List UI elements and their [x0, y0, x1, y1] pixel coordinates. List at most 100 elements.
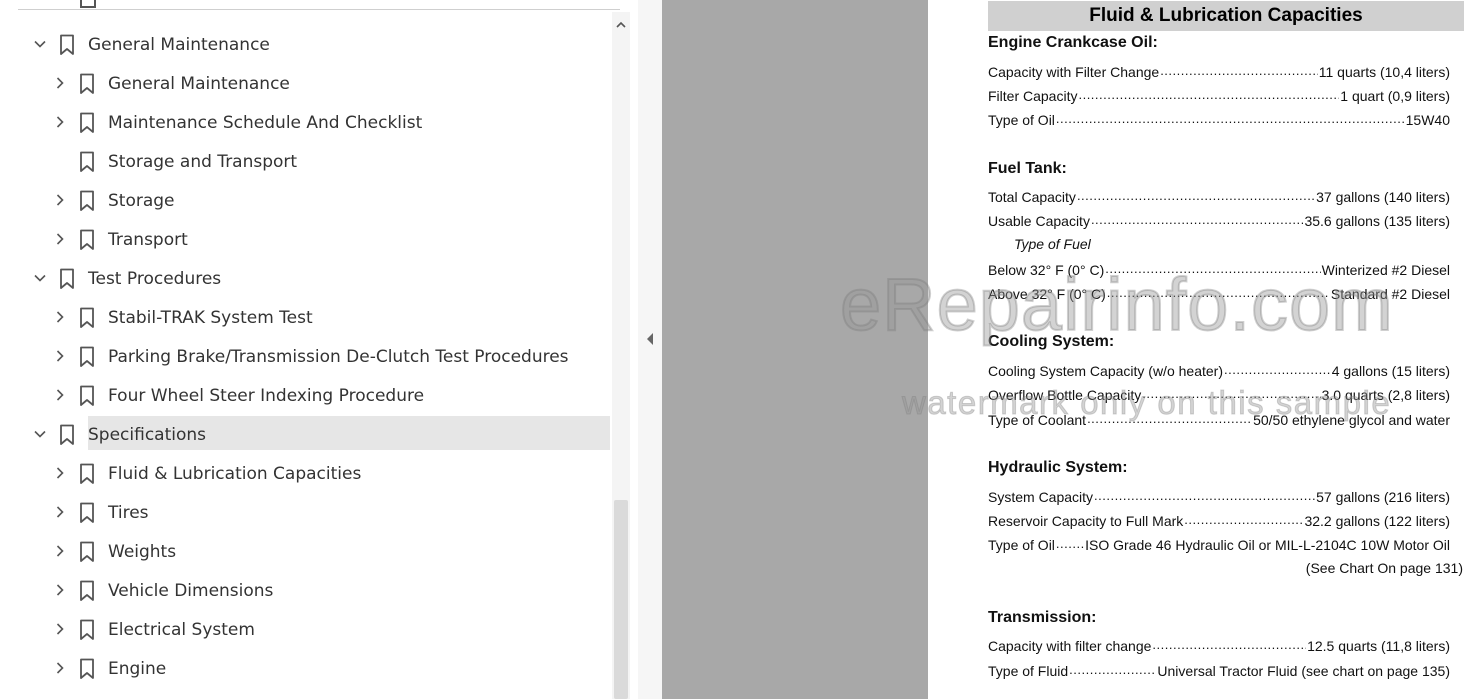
scrollbar-thumb[interactable]: [614, 500, 628, 699]
chevron-right-icon[interactable]: [52, 465, 68, 481]
bookmark-icon: [78, 190, 96, 212]
watermark-text: eRepairinfo.com: [839, 262, 1394, 347]
chevron-down-icon[interactable]: [32, 426, 48, 442]
sidebar-item-label: Stabil-TRAK System Test: [108, 308, 313, 328]
chevron-right-icon[interactable]: [52, 231, 68, 247]
chevron-right-icon[interactable]: [52, 75, 68, 91]
spec-label: Type of Oil: [988, 537, 1055, 553]
dot-leader: ........................................…: [1160, 64, 1318, 77]
sidebar-item-label: Fluid & Lubrication Capacities: [108, 464, 362, 484]
sidebar-item-label: Parking Brake/Transmission De-Clutch Tes…: [108, 347, 569, 367]
caret-left-icon[interactable]: [645, 332, 655, 346]
bookmark-icon: [78, 112, 96, 134]
sidebar-item-label: Engine: [108, 659, 167, 679]
spec-label: Capacity with Filter Change: [988, 64, 1160, 80]
sidebar-item[interactable]: Weights: [0, 533, 612, 572]
sidebar-item-label: Transport: [108, 230, 188, 250]
spec-label: System Capacity: [988, 489, 1094, 505]
sidebar-item-label: Tires: [108, 503, 149, 523]
chevron-down-icon[interactable]: [32, 36, 48, 52]
chevron-right-icon[interactable]: [52, 582, 68, 598]
sidebar-item-label: Maintenance Schedule And Checklist: [108, 113, 423, 133]
sidebar-item[interactable]: General Maintenance: [0, 26, 612, 65]
dot-leader: ........................................…: [1184, 513, 1304, 526]
spec-value: 11 quarts (10,4 liters): [1318, 64, 1450, 80]
spec-row: Usable Capacity.........................…: [988, 211, 1450, 229]
page-title: Fluid & Lubrication Capacities: [988, 1, 1464, 31]
sidebar-item-label: Four Wheel Steer Indexing Procedure: [108, 386, 425, 406]
bookmark-icon: [58, 268, 76, 290]
section-note: (See Chart On page 131): [1305, 560, 1463, 576]
caret-up-icon[interactable]: [614, 18, 628, 32]
chevron-right-icon[interactable]: [52, 660, 68, 676]
sidebar-item-label: Storage: [108, 191, 175, 211]
bookmark-icon: [78, 619, 96, 641]
sidebar-item[interactable]: Transport: [0, 221, 612, 260]
bookmark-icon: [78, 385, 96, 407]
chevron-right-icon[interactable]: [52, 387, 68, 403]
chevron-right-icon[interactable]: [52, 192, 68, 208]
sidebar-item[interactable]: Storage and Transport: [0, 143, 612, 182]
sidebar-item[interactable]: Storage: [0, 182, 612, 221]
spec-value: 15W40: [1405, 112, 1450, 128]
sidebar-item-label: Electrical System: [108, 620, 255, 640]
sidebar-item[interactable]: Test Procedures: [0, 260, 612, 299]
bookmarks-panel: General Maintenance General Maintenance Ma…: [0, 0, 630, 699]
sidebar-item-label: Test Procedures: [88, 269, 222, 289]
chevron-right-icon[interactable]: [52, 504, 68, 520]
sidebar-item[interactable]: Engine: [0, 650, 612, 689]
chevron-right-icon[interactable]: [52, 621, 68, 637]
bookmark-icon: [78, 502, 96, 524]
sidebar-item[interactable]: Electrical System: [0, 611, 612, 650]
sidebar-item[interactable]: Stabil-TRAK System Test: [0, 299, 612, 338]
spec-label: Capacity with filter change: [988, 638, 1152, 654]
spec-value: 12.5 quarts (11,8 liters): [1307, 638, 1450, 654]
spec-row: Type of Oil.............................…: [988, 110, 1450, 128]
section-heading: Fuel Tank:: [988, 160, 1067, 177]
dot-leader: ........................................…: [1090, 213, 1304, 226]
bookmark-icon: [78, 307, 96, 329]
sidebar-item[interactable]: General Maintenance: [0, 65, 612, 104]
sidebar-item[interactable]: Parking Brake/Transmission De-Clutch Tes…: [0, 338, 612, 377]
spec-row: Total Capacity..........................…: [988, 187, 1450, 205]
spec-value: 1 quart (0,9 liters): [1340, 88, 1450, 104]
bookmark-icon: [58, 34, 76, 56]
chevron-down-icon[interactable]: [32, 270, 48, 286]
sidebar-item[interactable]: Specifications: [0, 416, 612, 455]
chevron-right-icon[interactable]: [52, 309, 68, 325]
sidebar-item[interactable]: Tires: [0, 494, 612, 533]
spec-label: Cooling System Capacity (w/o heater): [988, 363, 1223, 379]
bookmark-icon: [78, 541, 96, 563]
bookmark-icon: [78, 73, 96, 95]
sidebar-item[interactable]: Fluid & Lubrication Capacities: [0, 455, 612, 494]
bookmark-icon: [78, 658, 96, 680]
spec-row: Capacity with filter change.............…: [988, 636, 1450, 654]
chevron-right-icon[interactable]: [52, 348, 68, 364]
spec-row: Capacity with Filter Change.............…: [988, 62, 1450, 80]
chevron-right-icon[interactable]: [52, 543, 68, 559]
bookmark-icon: [78, 346, 96, 368]
spec-label: Filter Capacity: [988, 88, 1078, 104]
sidebar-item[interactable]: Four Wheel Steer Indexing Procedure: [0, 377, 612, 416]
chevron-right-icon[interactable]: [52, 114, 68, 130]
section-subheading: Type of Fuel: [1014, 236, 1091, 252]
bookmark-icon: [78, 580, 96, 602]
bookmark-icon: [80, 0, 96, 8]
spec-label: Reservoir Capacity to Full Mark: [988, 513, 1184, 529]
bookmark-icon: [78, 463, 96, 485]
document-page: Fluid & Lubrication Capacities Engine Cr…: [928, 0, 1473, 699]
sidebar-item-label: Weights: [108, 542, 177, 562]
document-background: [662, 0, 928, 699]
dot-leader: ........................................…: [1224, 363, 1331, 376]
collapse-panel-handle[interactable]: [638, 0, 662, 699]
sidebar-item-label: Storage and Transport: [108, 152, 298, 172]
sidebar-item[interactable]: Vehicle Dimensions: [0, 572, 612, 611]
dot-leader: ........................................…: [1094, 489, 1315, 502]
spec-value: ISO Grade 46 Hydraulic Oil or MIL-L-2104…: [1085, 537, 1450, 553]
spec-row: Type of Oil.............................…: [988, 535, 1450, 553]
spec-value: 32.2 gallons (122 liters): [1304, 513, 1450, 529]
bookmark-icon: [78, 151, 96, 173]
dot-leader: ........................................…: [1078, 88, 1339, 101]
sidebar-scrollbar[interactable]: [612, 12, 630, 699]
sidebar-item[interactable]: Maintenance Schedule And Checklist: [0, 104, 612, 143]
